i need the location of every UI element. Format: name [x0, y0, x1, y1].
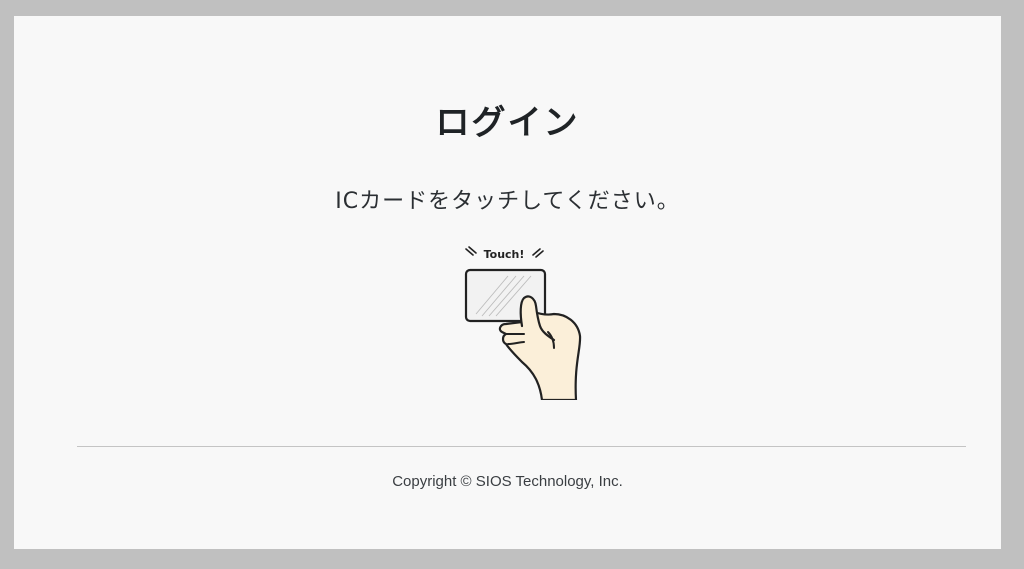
instruction-text: ICカードをタッチしてください。	[335, 189, 680, 214]
copyright-text: Copyright © SIOS Technology, Inc.	[392, 473, 623, 490]
sparkle-left-icon	[465, 246, 477, 256]
hand-touch-ic-card-icon: Touch!	[464, 246, 582, 402]
page-title: ログイン	[435, 103, 580, 143]
ic-card-touch-illustration: Touch!	[462, 244, 586, 402]
login-page: ログイン ICカードをタッチしてください。 Touch! Copyright ©…	[14, 16, 1001, 549]
sparkle-right-icon	[532, 248, 544, 258]
footer-divider	[77, 446, 966, 447]
touch-caption: Touch!	[484, 248, 525, 261]
